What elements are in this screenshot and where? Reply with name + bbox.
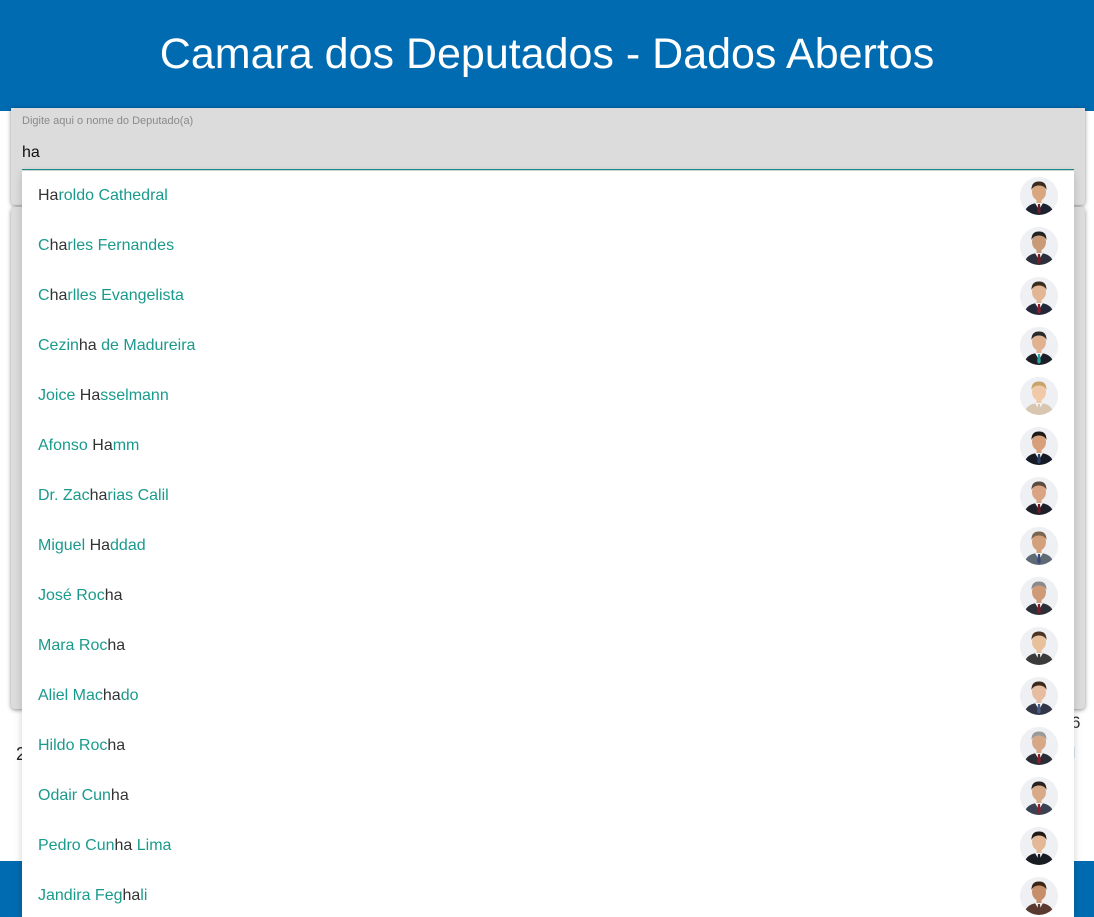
name-fragment: do — [120, 687, 139, 704]
name-fragment: sselmann — [100, 387, 169, 404]
suggestion-item[interactable]: Haroldo Cathedral — [22, 171, 1074, 221]
name-fragment: rias Calil — [107, 487, 169, 504]
name-fragment: Pedro Cun — [38, 837, 115, 854]
suggestion-name: Miguel Haddad — [38, 537, 146, 555]
suggestion-name: Afonso Hamm — [38, 437, 139, 455]
name-fragment: de Madureira — [96, 337, 196, 354]
name-fragment: Cezin — [38, 337, 79, 354]
suggestion-item[interactable]: Miguel Haddad — [22, 521, 1074, 571]
name-fragment: C — [38, 287, 50, 304]
match-highlight: ha — [122, 887, 141, 904]
suggestion-item[interactable]: José Rocha — [22, 571, 1074, 621]
match-highlight: Ha — [92, 437, 113, 454]
match-highlight: Ha — [79, 387, 101, 404]
suggestion-item[interactable]: Charlles Evangelista — [22, 271, 1074, 321]
suggestion-item[interactable]: Dr. Zacharias Calil — [22, 471, 1074, 521]
name-fragment: ddad — [110, 537, 146, 554]
name-fragment: Jandira Feg — [38, 887, 123, 904]
suggestion-name: José Rocha — [38, 587, 123, 605]
deputy-avatar — [1020, 277, 1058, 315]
deputy-avatar — [1020, 377, 1058, 415]
suggestion-name: Charlles Evangelista — [38, 287, 184, 305]
name-fragment: José Roc — [38, 587, 105, 604]
name-fragment: roldo Cathedral — [58, 187, 168, 204]
suggestion-item[interactable]: Mara Rocha — [22, 621, 1074, 671]
deputy-avatar — [1020, 227, 1058, 265]
match-highlight: ha — [110, 787, 129, 804]
deputy-avatar — [1020, 527, 1058, 565]
match-highlight: ha — [102, 687, 121, 704]
name-fragment: mm — [112, 437, 140, 454]
name-fragment: Mara Roc — [38, 637, 108, 654]
match-highlight: ha — [49, 237, 68, 254]
autocomplete-dropdown: Haroldo Cathedral Charles Fernandes Charll… — [22, 171, 1074, 917]
deputy-avatar — [1020, 777, 1058, 815]
name-fragment: rlles Evangelista — [67, 287, 184, 304]
deputy-avatar — [1020, 177, 1058, 215]
suggestion-name: Charles Fernandes — [38, 237, 174, 255]
name-fragment: Dr. Zac — [38, 487, 90, 504]
deputy-avatar — [1020, 427, 1058, 465]
suggestion-item[interactable]: Odair Cunha — [22, 771, 1074, 821]
suggestion-name: Cezinha de Madureira — [38, 337, 195, 355]
search-label: Digite aqui o nome do Deputado(a) — [22, 115, 194, 127]
suggestion-item[interactable]: Charles Fernandes — [22, 221, 1074, 271]
match-highlight: ha — [89, 487, 108, 504]
name-fragment: Odair Cun — [38, 787, 111, 804]
suggestion-item[interactable]: Aliel Machado — [22, 671, 1074, 721]
deputy-search-input[interactable] — [22, 136, 1074, 170]
deputy-avatar — [1020, 477, 1058, 515]
deputy-avatar — [1020, 877, 1058, 915]
match-highlight: ha — [107, 637, 126, 654]
app-header: Camara dos Deputados - Dados Abertos — [0, 0, 1094, 111]
suggestion-item[interactable]: Pedro Cunha Lima — [22, 821, 1074, 871]
suggestion-name: Dr. Zacharias Calil — [38, 487, 169, 505]
suggestion-name: Joice Hasselmann — [38, 387, 169, 405]
match-highlight: ha — [49, 287, 68, 304]
deputy-avatar — [1020, 827, 1058, 865]
name-fragment: C — [38, 237, 50, 254]
suggestion-item[interactable]: Afonso Hamm — [22, 421, 1074, 471]
match-highlight: ha — [114, 837, 133, 854]
match-highlight: Ha — [89, 537, 111, 554]
match-highlight: ha — [107, 737, 126, 754]
match-highlight: ha — [78, 337, 97, 354]
suggestion-name: Odair Cunha — [38, 787, 129, 805]
suggestion-name: Jandira Feghali — [38, 887, 147, 905]
page-title: Camara dos Deputados - Dados Abertos — [159, 30, 935, 78]
match-highlight: ha — [104, 587, 123, 604]
suggestion-item[interactable]: Hildo Rocha — [22, 721, 1074, 771]
suggestion-name: Mara Rocha — [38, 637, 125, 655]
name-fragment: Afonso — [38, 437, 93, 454]
name-fragment: li — [140, 887, 148, 904]
suggestion-name: Aliel Machado — [38, 687, 139, 705]
deputy-avatar — [1020, 727, 1058, 765]
deputy-avatar — [1020, 677, 1058, 715]
suggestion-item[interactable]: Jandira Feghali — [22, 871, 1074, 917]
name-fragment: Joice — [38, 387, 80, 404]
name-fragment: Lima — [132, 837, 172, 854]
deputy-avatar — [1020, 327, 1058, 365]
name-fragment: Miguel — [38, 537, 90, 554]
suggestion-item[interactable]: Cezinha de Madureira — [22, 321, 1074, 371]
name-fragment: Aliel Mac — [38, 687, 103, 704]
deputy-avatar — [1020, 577, 1058, 615]
suggestion-item[interactable]: Joice Hasselmann — [22, 371, 1074, 421]
match-highlight: Ha — [38, 187, 59, 204]
suggestion-name: Haroldo Cathedral — [38, 187, 168, 205]
name-fragment: Hildo Roc — [38, 737, 108, 754]
deputy-avatar — [1020, 627, 1058, 665]
name-fragment: rles Fernandes — [67, 237, 175, 254]
suggestion-name: Hildo Rocha — [38, 737, 125, 755]
suggestion-name: Pedro Cunha Lima — [38, 837, 171, 855]
